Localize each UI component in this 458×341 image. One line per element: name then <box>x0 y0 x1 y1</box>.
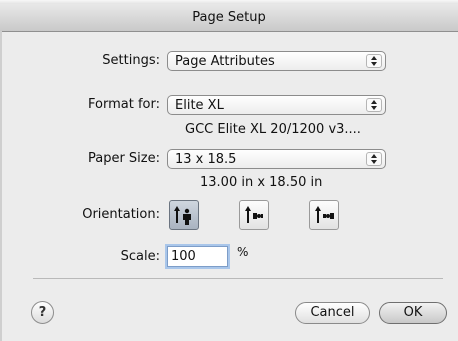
landscape-right-orientation-icon <box>310 206 338 233</box>
updown-arrows-icon <box>366 98 382 112</box>
window-left-edge <box>0 31 2 341</box>
paper-dimensions: 13.00 in x 18.50 in <box>200 175 323 190</box>
scale-unit: % <box>237 245 249 259</box>
format-for-label: Format for: <box>88 97 160 112</box>
orientation-label: Orientation: <box>82 207 160 222</box>
updown-arrows-icon <box>366 152 382 166</box>
page-setup-dialog: Page Setup Settings: Page Attributes For… <box>0 0 458 341</box>
landscape-left-orientation-icon <box>240 206 268 233</box>
paper-size-popup[interactable]: 13 x 18.5 <box>167 149 386 169</box>
portrait-orientation-icon <box>170 206 198 233</box>
format-for-popup[interactable]: Elite XL <box>167 95 386 115</box>
settings-popup[interactable]: Page Attributes <box>167 51 386 71</box>
orientation-landscape-left-button[interactable] <box>239 200 269 230</box>
ok-button[interactable]: OK <box>379 302 447 324</box>
settings-popup-value: Page Attributes <box>175 54 275 69</box>
paper-size-popup-value: 13 x 18.5 <box>175 152 237 167</box>
format-for-popup-value: Elite XL <box>175 98 224 113</box>
cancel-button[interactable]: Cancel <box>295 302 370 324</box>
scale-input[interactable]: 100 <box>167 246 228 267</box>
title-bar[interactable]: Page Setup <box>0 4 458 32</box>
scale-label: Scale: <box>120 249 160 264</box>
paper-size-label: Paper Size: <box>87 151 160 166</box>
scale-input-value: 100 <box>171 249 196 264</box>
help-button[interactable]: ? <box>31 301 54 324</box>
updown-arrows-icon <box>366 54 382 68</box>
orientation-landscape-right-button[interactable] <box>309 200 339 230</box>
printer-description: GCC Elite XL 20/1200 v3.... <box>185 122 361 137</box>
settings-label: Settings: <box>102 53 160 68</box>
window-title: Page Setup <box>192 10 266 25</box>
button-divider <box>33 278 443 279</box>
orientation-portrait-button[interactable] <box>169 200 199 230</box>
